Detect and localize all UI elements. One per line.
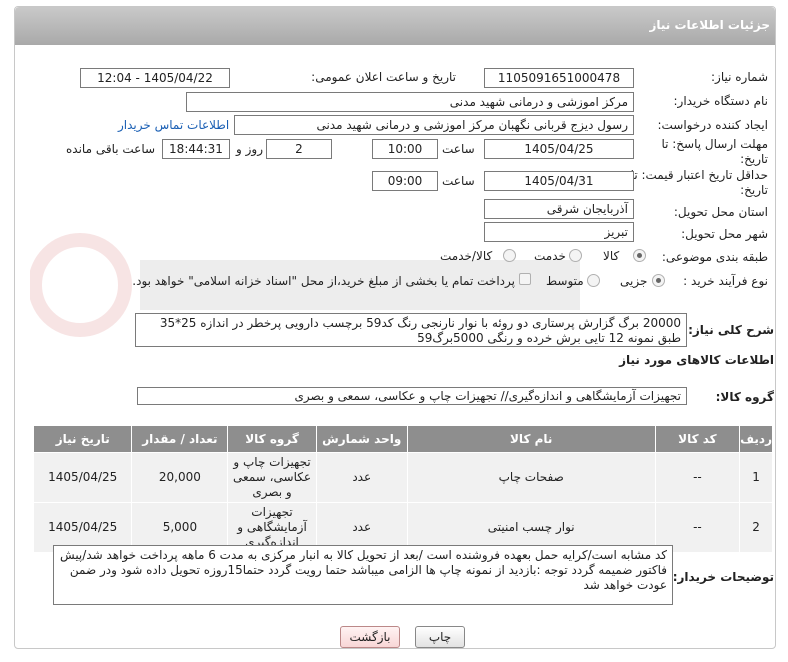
description-field: 20000 برگ گزارش پرستاری دو روئه با نوار … [135,313,687,347]
payment-note: پرداخت تمام یا بخشی از مبلغ خرید،از محل … [132,274,515,288]
goods-table-header: ردیف کد کالا نام کالا واحد شمارش گروه کا… [32,425,773,453]
category-option-goods: کالا [603,249,620,263]
buyer-org-label: نام دستگاه خریدار: [673,94,769,108]
goods-table: ردیف کد کالا نام کالا واحد شمارش گروه کا… [32,425,773,553]
cell-row: 1 [739,452,773,503]
announce-field: 1405/04/22 - 12:04 [80,68,230,88]
process-option-minor: جزیی [620,274,648,288]
col-date: تاریخ نیاز [32,425,133,453]
goods-section-title: اطلاعات کالاهای مورد نیاز [619,353,774,367]
buyer-notes-field: کد مشابه است/کرایه حمل بعهده فروشنده است… [53,545,673,605]
category-radio-goods-service[interactable] [503,249,516,262]
province-field: آذربایجان شرقی [484,199,634,219]
col-code: کد کالا [654,425,741,453]
creator-label: ایجاد کننده درخواست: [657,118,768,132]
cell-qty: 20,000 [131,452,229,503]
col-unit: واحد شمارش [315,425,408,453]
validity-time-field: 09:00 [372,171,438,191]
col-name: نام کالا [406,425,656,453]
category-radio-service[interactable] [569,249,582,262]
days-label: روز و [236,142,263,156]
process-option-medium: متوسط [546,274,584,288]
cell-code: -- [654,452,741,503]
deadline-time-label: ساعت [442,142,475,156]
deadline-date-field: 1405/04/25 [484,139,634,159]
category-radio-goods[interactable] [633,249,646,262]
cell-row: 2 [739,502,773,553]
city-field: تبریز [484,222,634,242]
need-number-label: شماره نیاز: [711,70,768,84]
province-label: استان محل تحویل: [673,205,768,219]
category-option-service: خدمت [534,249,566,263]
remaining-label: ساعت باقی مانده [66,142,156,156]
validity-label: حداقل تاریخ اعتبار قیمت: تا تاریخ: [630,168,768,197]
need-number-field: 1105091651000478 [484,68,634,88]
goods-group-label: گروه کالا: [715,390,774,404]
deadline-label: مهلت ارسال پاسخ: تا تاریخ: [661,137,768,166]
city-label: شهر محل تحویل: [681,227,768,241]
process-radio-medium[interactable] [587,274,600,287]
description-label: شرح کلی نیاز: [688,323,774,337]
category-label: طبقه بندی موضوعی: [661,250,768,264]
process-label: نوع فرآیند خرید : [683,274,768,288]
deadline-time-field: 10:00 [372,139,438,159]
table-row: 1 -- صفحات چاپ عدد تجهیزات چاپ و عکاسی، … [32,452,773,503]
buyer-org-field: مرکز اموزشی و درمانی شهید مدنی [186,92,634,112]
back-button[interactable]: بازگشت [340,626,400,648]
buyer-notes-label: توضیحات خریدار: [672,570,774,584]
validity-time-label: ساعت [442,174,475,188]
col-qty: تعداد / مقدار [131,425,229,453]
days-field: 2 [266,139,332,159]
contact-info-link[interactable]: اطلاعات تماس خریدار [118,118,229,132]
cell-date: 1405/04/25 [32,452,133,503]
col-row: ردیف [739,425,773,453]
category-option-goods-service: کالا/خدمت [440,249,493,263]
creator-field: رسول دیزج قربانی نگهبان مرکز اموزشی و در… [234,115,634,135]
remaining-time-field: 18:44:31 [162,139,230,159]
print-button[interactable]: چاپ [415,626,465,648]
page-title: جزئیات اطلاعات نیاز [649,18,770,32]
cell-name: صفحات چاپ [406,452,656,503]
goods-group-field: تجهیزات آزمایشگاهی و اندازه‌گیری// تجهیز… [137,387,687,405]
cell-unit: عدد [315,452,408,503]
col-group: گروه کالا [227,425,317,453]
announce-label: تاریخ و ساعت اعلان عمومی: [311,70,456,84]
process-radio-minor[interactable] [652,274,665,287]
cell-group: تجهیزات چاپ و عکاسی، سمعی و بصری [227,452,317,503]
validity-date-field: 1405/04/31 [484,171,634,191]
payment-checkbox[interactable] [519,273,531,285]
